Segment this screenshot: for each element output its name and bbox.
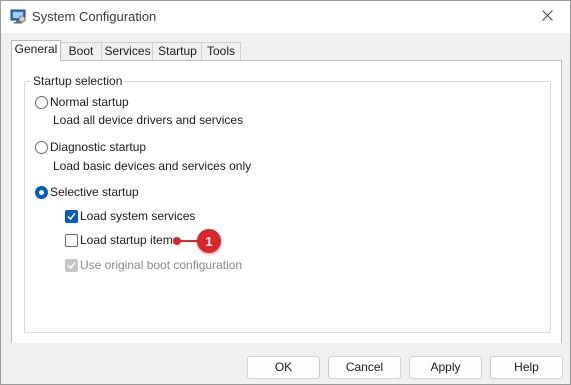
callout-badge: 1 xyxy=(197,229,221,253)
callout-pointer-dot xyxy=(173,237,181,245)
help-button[interactable]: Help xyxy=(490,356,563,379)
dialog-footer: OK Cancel Apply Help xyxy=(1,343,570,384)
apply-button[interactable]: Apply xyxy=(409,356,482,379)
diagnostic-startup-label[interactable]: Diagnostic startup xyxy=(50,140,146,154)
diagnostic-startup-radio[interactable] xyxy=(35,141,48,154)
system-configuration-window: System Configuration General Boot Servic… xyxy=(0,0,571,385)
load-startup-items-checkbox[interactable] xyxy=(65,234,78,247)
use-original-boot-config-label: Use original boot configuration xyxy=(80,258,243,272)
window-title: System Configuration xyxy=(32,9,157,24)
normal-startup-label[interactable]: Normal startup xyxy=(50,95,129,109)
title-bar: System Configuration xyxy=(1,1,570,33)
use-original-boot-config-checkbox xyxy=(65,259,78,272)
tab-startup[interactable]: Startup xyxy=(152,42,203,60)
close-button[interactable] xyxy=(524,1,570,33)
selective-startup-label[interactable]: Selective startup xyxy=(50,185,139,199)
checkmark-icon xyxy=(67,262,76,270)
close-icon xyxy=(541,10,553,24)
checkmark-icon xyxy=(67,213,76,221)
general-tab-page: Startup selection Normal startup Load al… xyxy=(11,60,562,344)
normal-startup-description: Load all device drivers and services xyxy=(53,113,244,127)
ok-button[interactable]: OK xyxy=(247,356,320,379)
tab-boot[interactable]: Boot xyxy=(59,42,103,60)
startup-selection-legend: Startup selection xyxy=(31,74,125,88)
load-system-services-checkbox[interactable] xyxy=(65,210,78,223)
msconfig-app-icon xyxy=(10,8,26,24)
load-startup-items-label[interactable]: Load startup items xyxy=(80,233,179,247)
tab-services[interactable]: Services xyxy=(101,42,154,60)
load-system-services-label[interactable]: Load system services xyxy=(80,209,195,223)
tab-general[interactable]: General xyxy=(11,40,61,61)
diagnostic-startup-description: Load basic devices and services only xyxy=(53,159,252,173)
selective-startup-radio[interactable] xyxy=(35,186,48,199)
tab-tools[interactable]: Tools xyxy=(201,42,241,60)
cancel-button[interactable]: Cancel xyxy=(328,356,401,379)
normal-startup-radio[interactable] xyxy=(35,96,48,109)
